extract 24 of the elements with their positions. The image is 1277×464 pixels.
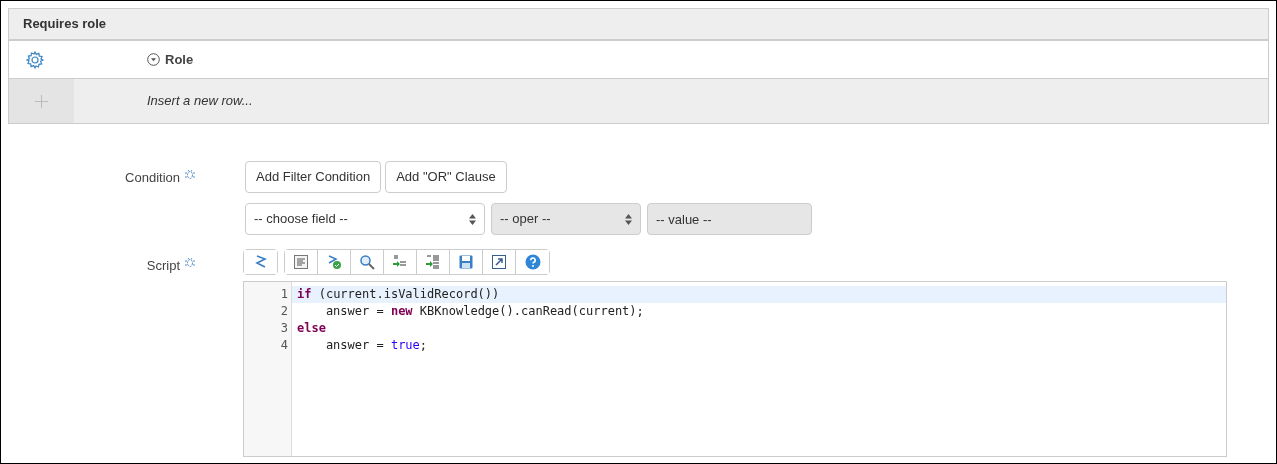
- bug-icon: [184, 168, 196, 180]
- format-icon[interactable]: [285, 250, 318, 274]
- settings-icon[interactable]: [25, 49, 45, 70]
- code-line: else: [296, 320, 327, 337]
- bug-icon: [184, 256, 196, 268]
- condition-label: Condition: [125, 169, 180, 187]
- code-editor[interactable]: 1 2 3 4 if (current.isValidRecord()) answer = new KBKnowledge().canRead(current); else answer = true;: [243, 281, 1227, 457]
- script-edit-icon[interactable]: [244, 250, 277, 274]
- column-header[interactable]: Role: [165, 49, 194, 70]
- script-label: Script: [146, 257, 180, 275]
- sort-menu-icon[interactable]: [147, 53, 160, 66]
- line-number: 2: [280, 303, 288, 320]
- chevron-icon: [625, 213, 632, 225]
- condition-button[interactable]: Add "OR" Clause: [385, 161, 507, 193]
- code-line: answer = true;: [324, 337, 429, 354]
- chevron-icon: [469, 213, 476, 225]
- line-number: 1: [280, 286, 288, 303]
- line-number: 4: [280, 337, 288, 354]
- panel-title: Requires role: [23, 15, 107, 34]
- insert-row-prompt[interactable]: Insert a new row...: [147, 91, 253, 111]
- code-line: answer = new KBKnowledge().canRead(current);: [324, 303, 645, 320]
- condition-button[interactable]: Add Filter Condition: [245, 161, 382, 193]
- line-number: 3: [280, 320, 288, 337]
- select-field[interactable]: -- choose field --: [245, 203, 485, 235]
